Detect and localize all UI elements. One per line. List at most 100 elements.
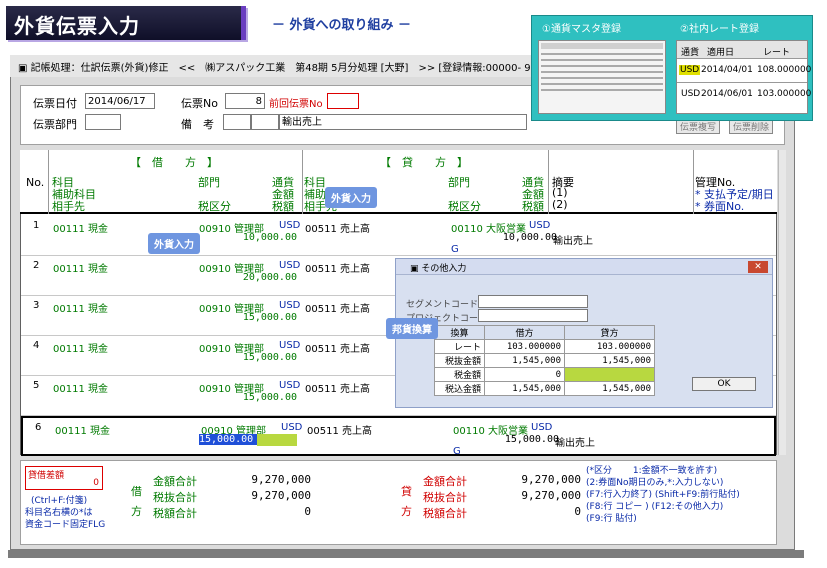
dialog-title: ▣ その他入力 <box>396 259 772 275</box>
rate2-val[interactable]: 103.000000 <box>757 89 811 99</box>
h-credit: 貸方 <box>564 325 655 340</box>
rate-h-rate: レート <box>763 48 791 58</box>
row-summary[interactable]: 輸出売上 <box>555 434 595 449</box>
net-credit[interactable]: 1,545,000 <box>564 353 655 368</box>
row-d-acct[interactable]: 00111 現金 <box>53 300 108 315</box>
col-mgmt-2: * 券面No. <box>695 200 745 213</box>
credit-side-label: 貸 <box>401 485 412 498</box>
gross-credit[interactable]: 1,545,000 <box>564 381 655 396</box>
row-c-acct[interactable]: 00511 売上高 <box>307 422 372 437</box>
col-no: No. <box>26 176 45 189</box>
table-row[interactable]: 6 00111 現金 00910 管理部 USD 15,000.00 00511 売上高 0… <box>21 416 776 457</box>
memo-code-1[interactable] <box>223 114 251 130</box>
col-debit-partner: 相手先 <box>52 200 85 213</box>
net-debit[interactable]: 1,545,000 <box>484 353 565 368</box>
row-d-acct[interactable]: 00111 現金 <box>55 422 110 437</box>
rate1-val[interactable]: 108.000000 <box>757 65 811 75</box>
row-d-amt[interactable]: 10,000.00 <box>221 232 297 243</box>
amount-input-highlight[interactable] <box>257 434 297 446</box>
row-d-cur[interactable]: USD <box>279 220 300 231</box>
currency-master-thumb <box>538 40 666 114</box>
rate-credit[interactable]: 103.000000 <box>564 339 655 354</box>
row-d-amt[interactable]: 15,000.00 <box>221 312 297 323</box>
registration-inset: ①通貨マスタ登録 ②社内レート登録 通貨 適用日 レート USD 2014/04… <box>531 15 813 121</box>
row-no: 5 <box>33 380 40 391</box>
row-c-cur[interactable]: USD <box>531 422 552 433</box>
row-c-acct[interactable]: 00511 売上高 <box>305 220 370 235</box>
delete-voucher-button[interactable]: 伝票削除 <box>729 119 774 134</box>
row-c-g[interactable]: G <box>451 244 459 255</box>
col-credit: 【 貸 方 】 <box>380 156 468 169</box>
h-debit: 借方 <box>484 325 565 340</box>
r-gross: 税込金額 <box>434 381 485 396</box>
credit-net-value: 9,270,000 <box>521 489 581 502</box>
row-d-cur[interactable]: USD <box>279 300 300 311</box>
currency-master-label: ①通貨マスタ登録 <box>542 24 621 35</box>
ok-button[interactable]: OK <box>692 377 756 391</box>
row-d-acct[interactable]: 00111 現金 <box>53 220 108 235</box>
credit-net-label: 税抜合計 <box>423 491 467 504</box>
col-credit-dept: 部門 <box>448 176 470 189</box>
row-c-amt[interactable]: 10,000.00 <box>481 232 557 243</box>
memo-input[interactable]: 輸出売上 <box>279 114 527 130</box>
row-d-cur[interactable]: USD <box>279 260 300 271</box>
row-d-cur[interactable]: USD <box>281 422 302 433</box>
rate1-cur[interactable]: USD <box>679 65 701 75</box>
credit-tax-value: 0 <box>574 505 581 518</box>
window-icon: ▣ <box>18 63 31 74</box>
debit-tax-value: 0 <box>304 505 311 518</box>
row-c-acct[interactable]: 00511 売上高 <box>305 340 370 355</box>
foreign-input-callout-2: 外貨入力 <box>325 187 377 208</box>
debit-tax-label: 税額合計 <box>153 507 197 520</box>
memo-code-2[interactable] <box>251 114 279 130</box>
row-c-acct[interactable]: 00511 売上高 <box>305 260 370 275</box>
row-c-cur[interactable]: USD <box>529 220 550 231</box>
row-d-cur[interactable]: USD <box>279 340 300 351</box>
page-subtitle: － 外貨への取り組み － <box>272 18 412 33</box>
row-d-amt[interactable]: 20,000.00 <box>221 272 297 283</box>
rate2-cur[interactable]: USD <box>681 89 700 99</box>
date-input[interactable]: 2014/06/17 <box>85 93 155 109</box>
col-summary-2: (2) <box>552 198 568 211</box>
totals-panel: 貸借差額 0 (Ctrl+F:付箋) 科目名右横の*は 資金コード固定FLG 借… <box>20 460 777 545</box>
row-d-amt[interactable]: 15,000.00 <box>221 352 297 363</box>
row-no: 1 <box>33 220 40 231</box>
row-summary[interactable]: 輸出売上 <box>553 232 593 247</box>
tax-credit[interactable] <box>564 367 655 382</box>
project-input[interactable] <box>478 309 588 322</box>
diff-value: 0 <box>93 478 99 488</box>
row-d-amt[interactable]: 15,000.00 <box>221 392 297 403</box>
page-banner: 外貨伝票入力 <box>6 6 246 40</box>
debit-side-label: 借 <box>131 485 142 498</box>
voucher-no-input[interactable]: 8 <box>225 93 265 109</box>
row-d-acct[interactable]: 00111 現金 <box>53 260 108 275</box>
rate1-date[interactable]: 2014/04/01 <box>701 65 753 75</box>
rate-debit[interactable]: 103.000000 <box>484 339 565 354</box>
table-row[interactable]: 1 00111 現金 00910 管理部 USD 10,000.00 00511 売上高 0… <box>21 216 776 256</box>
dialog-close-icon[interactable]: ✕ <box>748 261 768 273</box>
rate2-date[interactable]: 2014/06/01 <box>701 89 753 99</box>
tax-debit[interactable]: 0 <box>484 367 565 382</box>
row-d-cur[interactable]: USD <box>279 380 300 391</box>
conversion-table: 換算 借方 貸方 レート 103.000000 103.000000 税抜金額 1,545… <box>434 325 655 396</box>
rate-h-cur: 通貨 <box>681 48 700 58</box>
segment-input[interactable] <box>478 295 588 308</box>
dept-input[interactable] <box>85 114 121 130</box>
credit-tax-label: 税額合計 <box>423 507 467 520</box>
row-c-amt[interactable]: 15,000.00 <box>483 434 559 445</box>
row-d-amt[interactable]: 15,000.00 <box>199 434 257 445</box>
row-c-acct[interactable]: 00511 売上高 <box>305 300 370 315</box>
col-debit-dept: 部門 <box>198 176 220 189</box>
grid-scrollbar[interactable] <box>778 150 786 455</box>
row-d-acct[interactable]: 00111 現金 <box>53 380 108 395</box>
copy-voucher-button[interactable]: 伝票複写 <box>676 119 721 134</box>
prev-voucher-label: 前回伝票No <box>269 99 323 110</box>
row-c-acct[interactable]: 00511 売上高 <box>305 380 370 395</box>
prev-voucher-input[interactable] <box>327 93 359 109</box>
row-d-acct[interactable]: 00111 現金 <box>53 340 108 355</box>
r-tax: 税金額 <box>434 367 485 382</box>
debit-net-label: 税抜合計 <box>153 491 197 504</box>
dept-label: 伝票部門 <box>33 118 77 131</box>
row-c-g[interactable]: G <box>453 446 461 457</box>
gross-debit[interactable]: 1,545,000 <box>484 381 565 396</box>
